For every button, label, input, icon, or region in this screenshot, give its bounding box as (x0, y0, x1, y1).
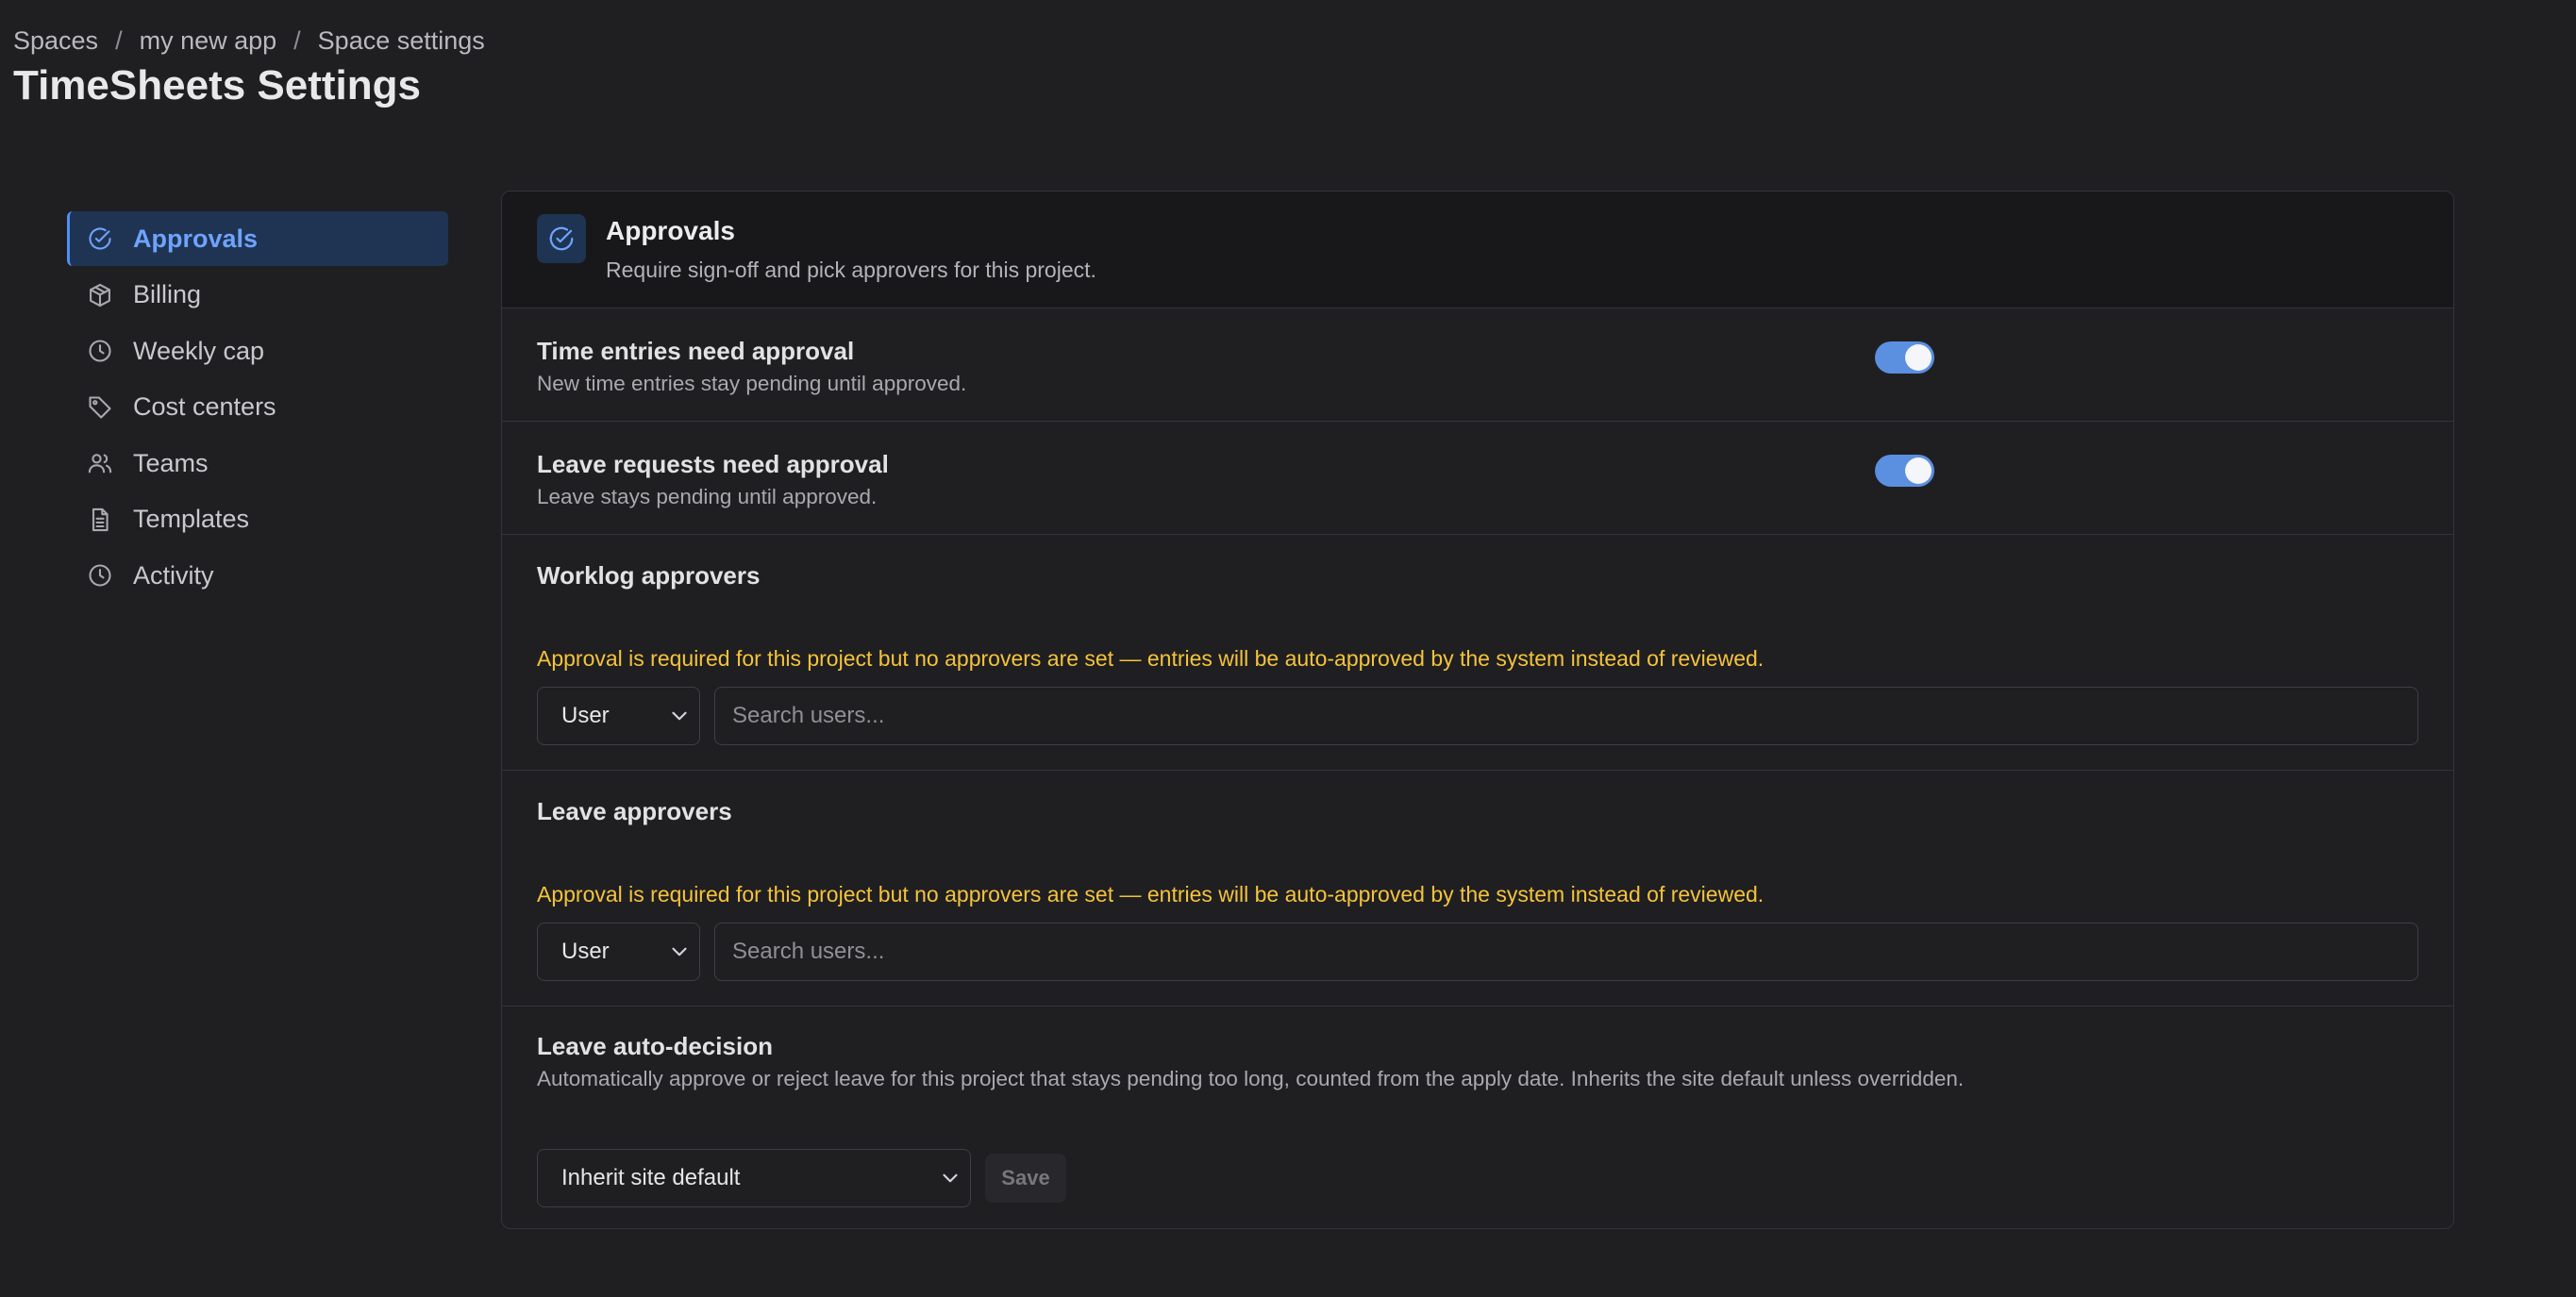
leave-auto-decision-title: Leave auto-decision (537, 1032, 773, 1060)
sidebar-item-templates[interactable]: Templates (67, 492, 448, 547)
sidebar-item-approvals[interactable]: Approvals (67, 211, 448, 266)
breadcrumb-separator: / (293, 26, 301, 55)
leave-requests-title: Leave requests need approval (537, 450, 889, 478)
panel-subtitle: Require sign-off and pick approvers for … (606, 258, 1096, 282)
select-value: User (561, 703, 610, 728)
leave-requests-approval-row: Leave requests need approval Leave stays… (502, 422, 2453, 535)
worklog-approver-search-input[interactable] (714, 687, 2418, 745)
select-value: User (561, 939, 610, 964)
sidebar-item-weekly-cap[interactable]: Weekly cap (67, 324, 448, 378)
tag-icon (86, 393, 114, 422)
sidebar-item-activity[interactable]: Activity (67, 548, 448, 603)
chevron-down-icon (667, 704, 692, 728)
sidebar-item-cost-centers[interactable]: Cost centers (67, 380, 448, 435)
sidebar-item-label: Billing (133, 280, 202, 308)
breadcrumb-separator: / (115, 26, 123, 55)
breadcrumb-app[interactable]: my new app (140, 26, 277, 56)
worklog-approver-type-select[interactable]: User (537, 687, 700, 745)
time-entries-approval-row: Time entries need approval New time entr… (502, 308, 2453, 422)
check-circle-icon (86, 224, 114, 253)
select-value: Inherit site default (561, 1165, 741, 1190)
time-entries-title: Time entries need approval (537, 337, 855, 365)
breadcrumb: Spaces / my new app / Space settings (13, 26, 485, 56)
sidebar-item-teams[interactable]: Teams (67, 436, 448, 491)
leave-requests-approval-toggle[interactable] (1875, 455, 1934, 487)
users-icon (86, 449, 114, 477)
leave-approver-search-input[interactable] (714, 923, 2418, 981)
time-entries-subtitle: New time entries stay pending until appr… (537, 372, 967, 395)
save-button[interactable]: Save (985, 1154, 1066, 1203)
sidebar-item-label: Cost centers (133, 392, 276, 421)
clock-icon (86, 337, 114, 365)
time-entries-approval-toggle[interactable] (1875, 341, 1934, 374)
leave-approver-type-select[interactable]: User (537, 923, 700, 981)
box-icon (86, 281, 114, 309)
sidebar-item-label: Approvals (133, 224, 259, 253)
leave-auto-decision-select[interactable]: Inherit site default (537, 1149, 971, 1207)
panel-header: Approvals Require sign-off and pick appr… (502, 191, 2453, 308)
worklog-approvers-title: Worklog approvers (537, 561, 761, 590)
toggle-knob (1905, 457, 1932, 484)
worklog-approvers-section: Worklog approvers Approval is required f… (502, 535, 2453, 771)
settings-page: Spaces / my new app / Space settings Tim… (0, 0, 2576, 1297)
sidebar-item-label: Teams (133, 448, 209, 477)
chevron-down-icon (667, 939, 692, 964)
breadcrumb-space-settings[interactable]: Space settings (318, 26, 485, 56)
approvals-panel: Approvals Require sign-off and pick appr… (501, 191, 2454, 1229)
panel-title: Approvals (606, 216, 735, 245)
sidebar-item-label: Weekly cap (133, 336, 265, 365)
check-circle-icon (537, 214, 586, 263)
leave-approvers-section: Leave approvers Approval is required for… (502, 771, 2453, 1006)
breadcrumb-spaces[interactable]: Spaces (13, 26, 98, 56)
leave-auto-decision-subtitle: Automatically approve or reject leave fo… (537, 1067, 1965, 1090)
leave-approvers-title: Leave approvers (537, 797, 732, 825)
sidebar-item-label: Activity (133, 560, 214, 590)
sidebar-item-billing[interactable]: Billing (67, 268, 448, 323)
chevron-down-icon (938, 1166, 962, 1190)
leave-requests-subtitle: Leave stays pending until approved. (537, 485, 878, 508)
leave-auto-decision-section: Leave auto-decision Automatically approv… (502, 1006, 2453, 1223)
toggle-knob (1905, 344, 1932, 371)
worklog-approvers-warning: Approval is required for this project bu… (537, 646, 1765, 671)
document-icon (86, 506, 114, 534)
settings-sidebar: Approvals Billing Weekly cap Cost center… (67, 211, 448, 605)
page-title: TimeSheets Settings (13, 62, 421, 108)
clock-icon (86, 561, 114, 590)
leave-approvers-warning: Approval is required for this project bu… (537, 882, 1765, 906)
sidebar-item-label: Templates (133, 505, 250, 533)
